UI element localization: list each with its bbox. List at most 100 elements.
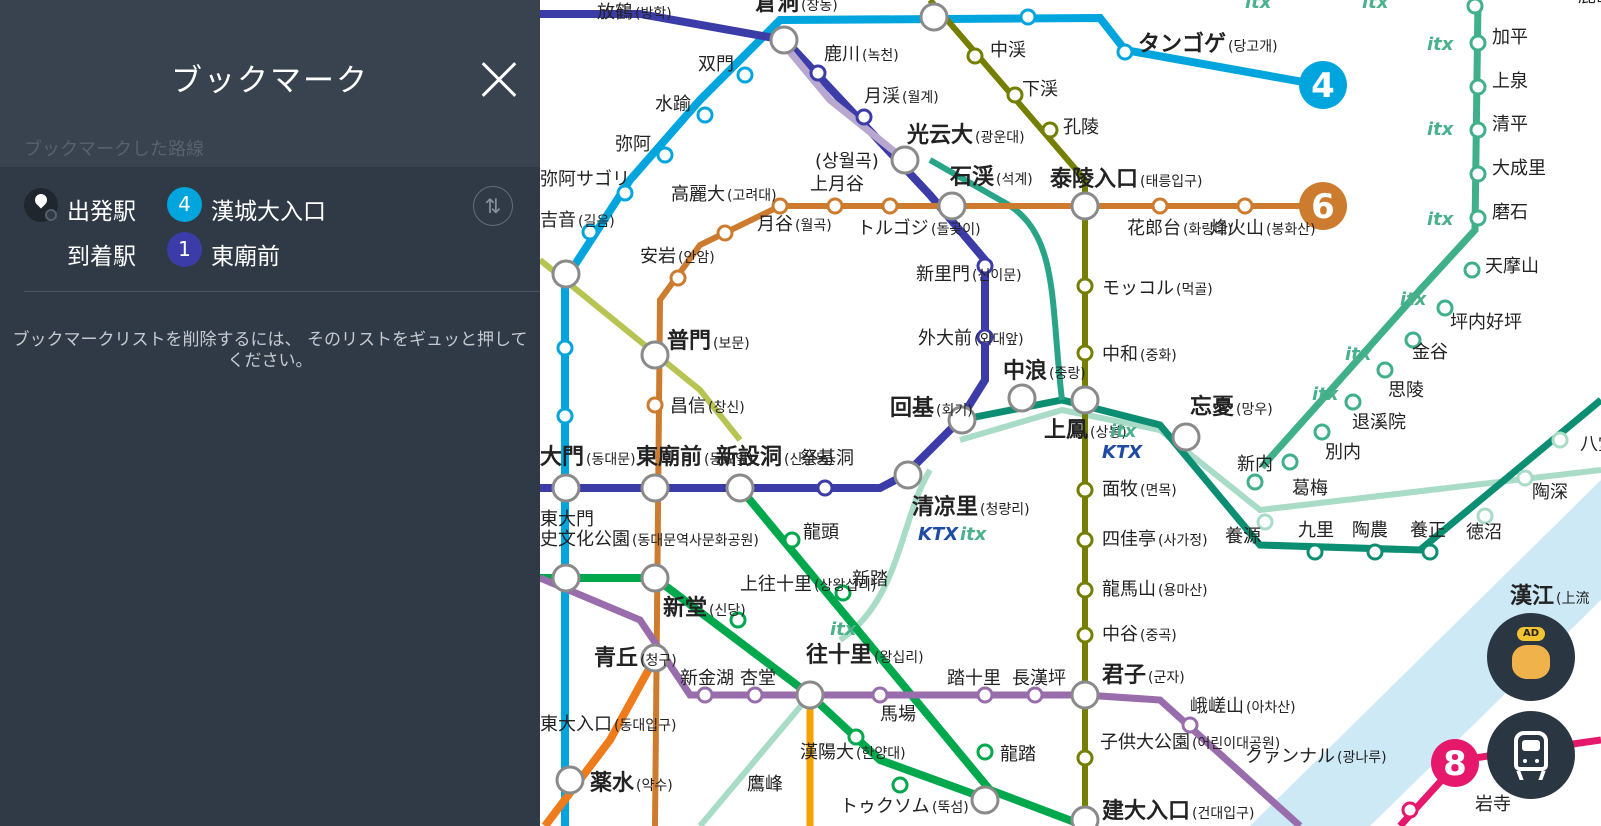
ad-button[interactable]: AD: [1487, 613, 1575, 701]
station-label[interactable]: 大成里: [1492, 158, 1546, 179]
bookmark-panel: ブックマーク ブックマークした路線 出発駅 4 漢城大入口 ⇅ 到着駅 1 東廟…: [0, 0, 540, 826]
station-label[interactable]: 新設洞: [716, 444, 782, 470]
station-label[interactable]: 龍踏: [1000, 744, 1036, 765]
station-label[interactable]: 養源: [1225, 526, 1261, 547]
station-label[interactable]: 面牧: [1102, 479, 1138, 500]
subway-map-canvas[interactable]: 4 6 8 放鶴 (방학) 倉洞 (창동) 中渓 タンゴゲ (당고개) 双門 鹿川 (녹천) 下渓孔陵 水…: [540, 0, 1601, 826]
station-label[interactable]: 下渓: [1022, 79, 1058, 100]
station-label[interactable]: 退溪院: [1352, 412, 1406, 433]
station-label[interactable]: 花郎台: [1127, 218, 1181, 239]
station-label[interactable]: 普門: [667, 328, 711, 354]
station-label[interactable]: タンゴゲ: [1138, 31, 1226, 57]
station-label[interactable]: クァンナル: [1245, 746, 1335, 767]
station-label[interactable]: 双門: [698, 54, 734, 75]
station-label[interactable]: 龍頭: [803, 522, 839, 543]
station-label[interactable]: 上往十里: [740, 574, 812, 595]
station-label[interactable]: 昌信: [670, 396, 706, 417]
station-label[interactable]: 新金湖: [680, 668, 734, 689]
station-label[interactable]: 往十里: [806, 642, 872, 668]
station-label[interactable]: 新里門: [916, 264, 970, 285]
station-label[interactable]: 光云大: [906, 123, 973, 148]
station-label[interactable]: 清凉里: [912, 494, 978, 520]
station-label[interactable]: 回基: [890, 396, 935, 421]
station-label[interactable]: 吉音: [540, 210, 576, 231]
station-label[interactable]: 弥阿サゴリ: [540, 169, 630, 190]
station-label[interactable]: 新堂: [663, 595, 707, 621]
station-label[interactable]: 高麗大: [671, 184, 725, 205]
station-label[interactable]: 建大入口: [1102, 799, 1190, 824]
station-label[interactable]: 東大入口: [540, 714, 612, 735]
station-label[interactable]: 石渓: [949, 165, 995, 190]
station-label[interactable]: 鷹峰: [747, 773, 783, 795]
station-label[interactable]: 史文化公園: [540, 529, 630, 550]
station-label[interactable]: 倉洞: [754, 0, 799, 16]
station-label[interactable]: 祭基洞: [800, 448, 854, 469]
station-label[interactable]: 水踰: [655, 94, 691, 115]
station-label[interactable]: トゥクソム: [840, 796, 930, 817]
station-label[interactable]: 岩寺: [1475, 794, 1511, 815]
station-label[interactable]: 外大前: [918, 328, 972, 349]
station-label[interactable]: 子供大公園: [1100, 732, 1190, 753]
station-label[interactable]: 金谷: [1412, 342, 1448, 363]
station-label[interactable]: 養正: [1410, 520, 1446, 541]
station-label[interactable]: 陶農: [1352, 520, 1388, 541]
station-label[interactable]: 踏十里: [947, 668, 1001, 689]
origin-station: 漢城大入口: [211, 199, 326, 225]
swap-icon[interactable]: ⇅: [473, 186, 513, 226]
station-label[interactable]: 思陵: [1388, 380, 1424, 401]
station-label[interactable]: 鹿島: [1578, 0, 1601, 7]
station-label[interactable]: 四佳亭: [1102, 529, 1156, 550]
station-label[interactable]: 天摩山: [1485, 256, 1539, 277]
station-label[interactable]: 九里: [1298, 520, 1334, 541]
station-label[interactable]: 上泉: [1492, 71, 1528, 92]
station-label[interactable]: 坪内好坪: [1450, 312, 1522, 333]
station-label[interactable]: 陶深: [1532, 482, 1568, 503]
subway-mode-button[interactable]: [1487, 711, 1575, 799]
station-label[interactable]: 中谷: [1102, 624, 1138, 645]
station-label[interactable]: 葛梅: [1292, 478, 1328, 499]
station-label[interactable]: 加平: [1492, 27, 1528, 48]
station-label[interactable]: 峨嵯山: [1190, 696, 1244, 717]
station-label[interactable]: 孔陵: [1063, 117, 1099, 138]
station-label[interactable]: モッコル: [1102, 278, 1174, 299]
station-label[interactable]: 漢陽大: [800, 742, 854, 763]
station-label[interactable]: 漢江: [1510, 583, 1554, 609]
station-label[interactable]: 中渓: [990, 40, 1026, 61]
station-label[interactable]: 安岩: [640, 246, 676, 267]
station-label[interactable]: 月渓: [864, 86, 900, 107]
station-label[interactable]: 東廟前: [636, 444, 702, 470]
station-label[interactable]: 磨石: [1492, 202, 1528, 223]
subway-map[interactable]: 4 6 8 放鶴 (방학) 倉洞 (창동) 中渓 タンゴゲ (당고개) 双門 鹿川 (녹천) 下渓 孔陵 水…: [540, 0, 1601, 826]
station-label[interactable]: 八堂: [1580, 434, 1601, 455]
station-label[interactable]: 徳沼: [1466, 522, 1502, 543]
station-label-korean: (창신): [708, 400, 745, 416]
station-label[interactable]: 杏堂: [740, 668, 776, 689]
station-label[interactable]: 新内: [1237, 454, 1273, 475]
station-label[interactable]: 中和: [1102, 344, 1138, 365]
mascot-icon: [1512, 645, 1550, 679]
station-label[interactable]: 大門: [540, 445, 584, 470]
station-label[interactable]: 龍馬山: [1102, 579, 1156, 600]
station-label[interactable]: 泰陵入口: [1049, 166, 1138, 192]
station-label[interactable]: 上鳳: [1044, 418, 1088, 443]
station-label[interactable]: 別内: [1325, 442, 1361, 463]
station-label[interactable]: 長漢坪: [1012, 668, 1066, 689]
station-label[interactable]: 忘憂: [1190, 394, 1234, 420]
station-label[interactable]: 薬水: [590, 771, 635, 796]
station-label[interactable]: 君子: [1102, 663, 1146, 688]
station-label[interactable]: 放鶴: [597, 2, 633, 23]
station-label[interactable]: トルゴジ: [857, 218, 929, 239]
station-label[interactable]: (상월곡): [815, 151, 879, 172]
station-label[interactable]: 烽火山: [1210, 218, 1264, 239]
close-icon[interactable]: [479, 60, 519, 100]
station-label[interactable]: 中浪: [1003, 358, 1047, 384]
station-label[interactable]: 清平: [1492, 114, 1528, 135]
station-label[interactable]: 月谷: [757, 214, 793, 235]
station-label[interactable]: 東大門: [540, 509, 594, 530]
bookmarked-route-item[interactable]: 出発駅 4 漢城大入口 ⇅ 到着駅 1 東廟前: [0, 170, 540, 290]
station-label[interactable]: 青丘: [594, 646, 638, 671]
station-label[interactable]: 上月谷: [810, 174, 864, 195]
station-label[interactable]: 鹿川: [824, 44, 860, 65]
station-label[interactable]: 弥阿: [615, 134, 651, 155]
station-label[interactable]: 馬場: [880, 704, 916, 725]
